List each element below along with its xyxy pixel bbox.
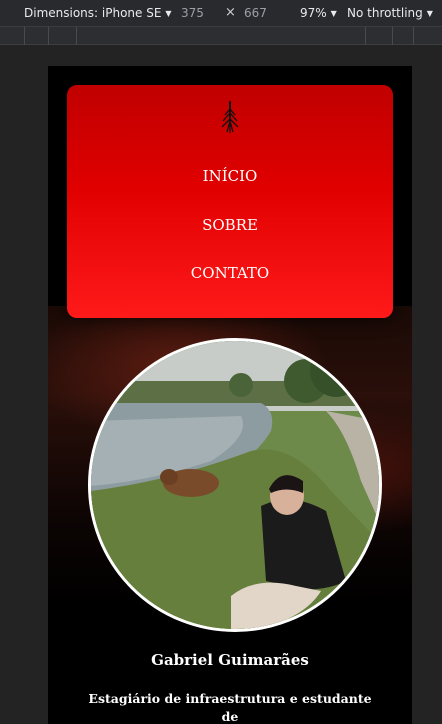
caret-down-icon: ▼ (330, 8, 337, 18)
ruler-mark (48, 27, 49, 45)
ruler-mark (76, 27, 77, 45)
ruler-mark (24, 27, 25, 45)
profile-photo (88, 338, 382, 632)
ruler-mark (365, 27, 366, 45)
media-query-ruler[interactable] (0, 27, 442, 45)
throttling-value: No throttling (347, 6, 423, 20)
caret-down-icon: ▼ (165, 8, 172, 18)
logo-icon (221, 101, 239, 133)
emulated-viewport: INÍCIO SOBRE CONTATO Gabriel Guimarães E… (48, 66, 412, 724)
height-input[interactable]: 667 (244, 6, 267, 20)
dimensions-label: Dimensions: iPhone SE (24, 6, 162, 20)
profile-name: Gabriel Guimarães (151, 651, 309, 669)
caret-down-icon: ▼ (426, 8, 433, 18)
nav-link-sobre[interactable]: SOBRE (67, 216, 393, 234)
zoom-value: 97% (300, 6, 327, 20)
profile-bio: Estagiário de infraestrutura e estudante… (88, 691, 372, 724)
nav-link-inicio[interactable]: INÍCIO (67, 167, 393, 185)
dimensions-dropdown[interactable]: Dimensions: iPhone SE ▼ (24, 6, 172, 20)
zoom-dropdown[interactable]: 97% ▼ (300, 6, 337, 20)
nav-link-contato[interactable]: CONTATO (67, 264, 393, 282)
width-input[interactable]: 375 (181, 6, 204, 20)
profile-photo-image (91, 341, 379, 629)
device-toolbar: Dimensions: iPhone SE ▼ 375 × 667 97% ▼ … (0, 0, 442, 27)
nav-menu: INÍCIO SOBRE CONTATO (67, 85, 393, 318)
throttling-dropdown[interactable]: No throttling ▼ (347, 6, 433, 20)
times-icon: × (225, 5, 236, 20)
ruler-mark (392, 27, 393, 45)
ruler-mark (413, 27, 414, 45)
